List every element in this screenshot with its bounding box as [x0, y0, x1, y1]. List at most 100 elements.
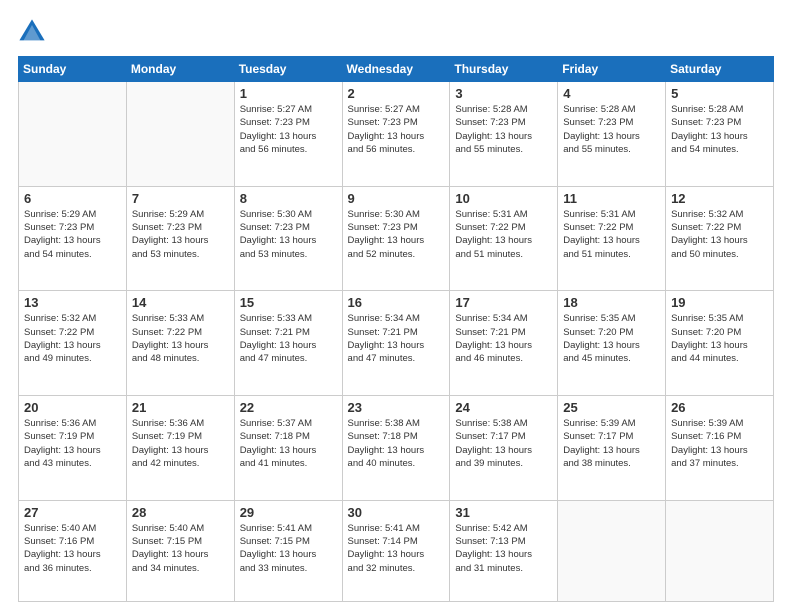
day-info: Sunrise: 5:32 AM Sunset: 7:22 PM Dayligh… [671, 208, 768, 261]
calendar-cell: 3 Sunrise: 5:28 AM Sunset: 7:23 PM Daylig… [450, 82, 558, 187]
week-row-4: 20Sunrise: 5:36 AM Sunset: 7:19 PM Dayli… [19, 396, 774, 501]
day-number: 21 [132, 400, 229, 415]
calendar-cell: 29Sunrise: 5:41 AM Sunset: 7:15 PM Dayli… [234, 500, 342, 601]
calendar-cell: 7 Sunrise: 5:29 AM Sunset: 7:23 PM Daylig… [126, 186, 234, 291]
calendar-cell: 30 Sunrise: 5:41 AM Sunset: 7:14 PM Dayli… [342, 500, 450, 601]
day-info: Sunrise: 5:33 AM Sunset: 7:22 PM Dayligh… [132, 312, 229, 365]
calendar-cell [19, 82, 127, 187]
day-number: 25 [563, 400, 660, 415]
day-number: 3 [455, 86, 552, 101]
weekday-header-tuesday: Tuesday [234, 57, 342, 82]
day-number: 4 [563, 86, 660, 101]
day-number: 11 [563, 191, 660, 206]
calendar-cell: 17 Sunrise: 5:34 AM Sunset: 7:21 PM Dayli… [450, 291, 558, 396]
week-row-2: 6 Sunrise: 5:29 AM Sunset: 7:23 PM Daylig… [19, 186, 774, 291]
calendar-cell: 1 Sunrise: 5:27 AM Sunset: 7:23 PM Daylig… [234, 82, 342, 187]
day-number: 5 [671, 86, 768, 101]
day-number: 18 [563, 295, 660, 310]
weekday-header-row: SundayMondayTuesdayWednesdayThursdayFrid… [19, 57, 774, 82]
day-number: 24 [455, 400, 552, 415]
day-info: Sunrise: 5:40 AM Sunset: 7:16 PM Dayligh… [24, 522, 121, 575]
calendar-cell: 25Sunrise: 5:39 AM Sunset: 7:17 PM Dayli… [558, 396, 666, 501]
weekday-header-monday: Monday [126, 57, 234, 82]
day-number: 28 [132, 505, 229, 520]
weekday-header-sunday: Sunday [19, 57, 127, 82]
day-info: Sunrise: 5:38 AM Sunset: 7:17 PM Dayligh… [455, 417, 552, 470]
header [18, 18, 774, 46]
weekday-header-wednesday: Wednesday [342, 57, 450, 82]
day-info: Sunrise: 5:35 AM Sunset: 7:20 PM Dayligh… [563, 312, 660, 365]
day-info: Sunrise: 5:31 AM Sunset: 7:22 PM Dayligh… [563, 208, 660, 261]
calendar-cell: 4 Sunrise: 5:28 AM Sunset: 7:23 PM Daylig… [558, 82, 666, 187]
calendar-cell: 10Sunrise: 5:31 AM Sunset: 7:22 PM Dayli… [450, 186, 558, 291]
day-info: Sunrise: 5:38 AM Sunset: 7:18 PM Dayligh… [348, 417, 445, 470]
day-number: 30 [348, 505, 445, 520]
calendar-cell: 5 Sunrise: 5:28 AM Sunset: 7:23 PM Daylig… [666, 82, 774, 187]
calendar-cell: 8 Sunrise: 5:30 AM Sunset: 7:23 PM Daylig… [234, 186, 342, 291]
day-info: Sunrise: 5:33 AM Sunset: 7:21 PM Dayligh… [240, 312, 337, 365]
calendar-cell [666, 500, 774, 601]
day-number: 2 [348, 86, 445, 101]
day-number: 26 [671, 400, 768, 415]
weekday-header-saturday: Saturday [666, 57, 774, 82]
day-number: 22 [240, 400, 337, 415]
day-info: Sunrise: 5:28 AM Sunset: 7:23 PM Dayligh… [671, 103, 768, 156]
day-info: Sunrise: 5:40 AM Sunset: 7:15 PM Dayligh… [132, 522, 229, 575]
calendar-cell [558, 500, 666, 601]
page: SundayMondayTuesdayWednesdayThursdayFrid… [0, 0, 792, 612]
calendar-cell: 31Sunrise: 5:42 AM Sunset: 7:13 PM Dayli… [450, 500, 558, 601]
day-info: Sunrise: 5:28 AM Sunset: 7:23 PM Dayligh… [563, 103, 660, 156]
day-number: 8 [240, 191, 337, 206]
day-number: 6 [24, 191, 121, 206]
day-info: Sunrise: 5:39 AM Sunset: 7:16 PM Dayligh… [671, 417, 768, 470]
day-info: Sunrise: 5:37 AM Sunset: 7:18 PM Dayligh… [240, 417, 337, 470]
calendar-cell: 22 Sunrise: 5:37 AM Sunset: 7:18 PM Dayli… [234, 396, 342, 501]
day-info: Sunrise: 5:27 AM Sunset: 7:23 PM Dayligh… [240, 103, 337, 156]
day-number: 17 [455, 295, 552, 310]
calendar-cell: 12 Sunrise: 5:32 AM Sunset: 7:22 PM Dayli… [666, 186, 774, 291]
day-info: Sunrise: 5:30 AM Sunset: 7:23 PM Dayligh… [240, 208, 337, 261]
calendar-cell: 2 Sunrise: 5:27 AM Sunset: 7:23 PM Daylig… [342, 82, 450, 187]
calendar-cell: 6 Sunrise: 5:29 AM Sunset: 7:23 PM Daylig… [19, 186, 127, 291]
day-number: 31 [455, 505, 552, 520]
day-info: Sunrise: 5:30 AM Sunset: 7:23 PM Dayligh… [348, 208, 445, 261]
day-info: Sunrise: 5:36 AM Sunset: 7:19 PM Dayligh… [132, 417, 229, 470]
calendar-cell: 9 Sunrise: 5:30 AM Sunset: 7:23 PM Daylig… [342, 186, 450, 291]
day-number: 16 [348, 295, 445, 310]
week-row-1: 1 Sunrise: 5:27 AM Sunset: 7:23 PM Daylig… [19, 82, 774, 187]
calendar-cell: 19Sunrise: 5:35 AM Sunset: 7:20 PM Dayli… [666, 291, 774, 396]
calendar-cell: 26 Sunrise: 5:39 AM Sunset: 7:16 PM Dayli… [666, 396, 774, 501]
day-info: Sunrise: 5:31 AM Sunset: 7:22 PM Dayligh… [455, 208, 552, 261]
day-number: 29 [240, 505, 337, 520]
day-info: Sunrise: 5:41 AM Sunset: 7:14 PM Dayligh… [348, 522, 445, 575]
calendar-cell: 27 Sunrise: 5:40 AM Sunset: 7:16 PM Dayli… [19, 500, 127, 601]
day-info: Sunrise: 5:29 AM Sunset: 7:23 PM Dayligh… [24, 208, 121, 261]
day-number: 12 [671, 191, 768, 206]
calendar-cell: 23 Sunrise: 5:38 AM Sunset: 7:18 PM Dayli… [342, 396, 450, 501]
day-number: 13 [24, 295, 121, 310]
day-number: 9 [348, 191, 445, 206]
calendar-cell: 20Sunrise: 5:36 AM Sunset: 7:19 PM Dayli… [19, 396, 127, 501]
week-row-5: 27 Sunrise: 5:40 AM Sunset: 7:16 PM Dayli… [19, 500, 774, 601]
day-info: Sunrise: 5:34 AM Sunset: 7:21 PM Dayligh… [348, 312, 445, 365]
calendar-cell: 11 Sunrise: 5:31 AM Sunset: 7:22 PM Dayli… [558, 186, 666, 291]
day-info: Sunrise: 5:34 AM Sunset: 7:21 PM Dayligh… [455, 312, 552, 365]
logo-icon [18, 18, 46, 46]
calendar-cell: 16 Sunrise: 5:34 AM Sunset: 7:21 PM Dayli… [342, 291, 450, 396]
day-number: 15 [240, 295, 337, 310]
day-number: 27 [24, 505, 121, 520]
day-number: 23 [348, 400, 445, 415]
calendar-cell [126, 82, 234, 187]
day-number: 1 [240, 86, 337, 101]
logo [18, 18, 50, 46]
day-info: Sunrise: 5:28 AM Sunset: 7:23 PM Dayligh… [455, 103, 552, 156]
day-number: 14 [132, 295, 229, 310]
day-number: 7 [132, 191, 229, 206]
day-info: Sunrise: 5:29 AM Sunset: 7:23 PM Dayligh… [132, 208, 229, 261]
weekday-header-thursday: Thursday [450, 57, 558, 82]
day-info: Sunrise: 5:32 AM Sunset: 7:22 PM Dayligh… [24, 312, 121, 365]
calendar-cell: 28 Sunrise: 5:40 AM Sunset: 7:15 PM Dayli… [126, 500, 234, 601]
day-info: Sunrise: 5:27 AM Sunset: 7:23 PM Dayligh… [348, 103, 445, 156]
calendar-cell: 15 Sunrise: 5:33 AM Sunset: 7:21 PM Dayli… [234, 291, 342, 396]
week-row-3: 13 Sunrise: 5:32 AM Sunset: 7:22 PM Dayli… [19, 291, 774, 396]
